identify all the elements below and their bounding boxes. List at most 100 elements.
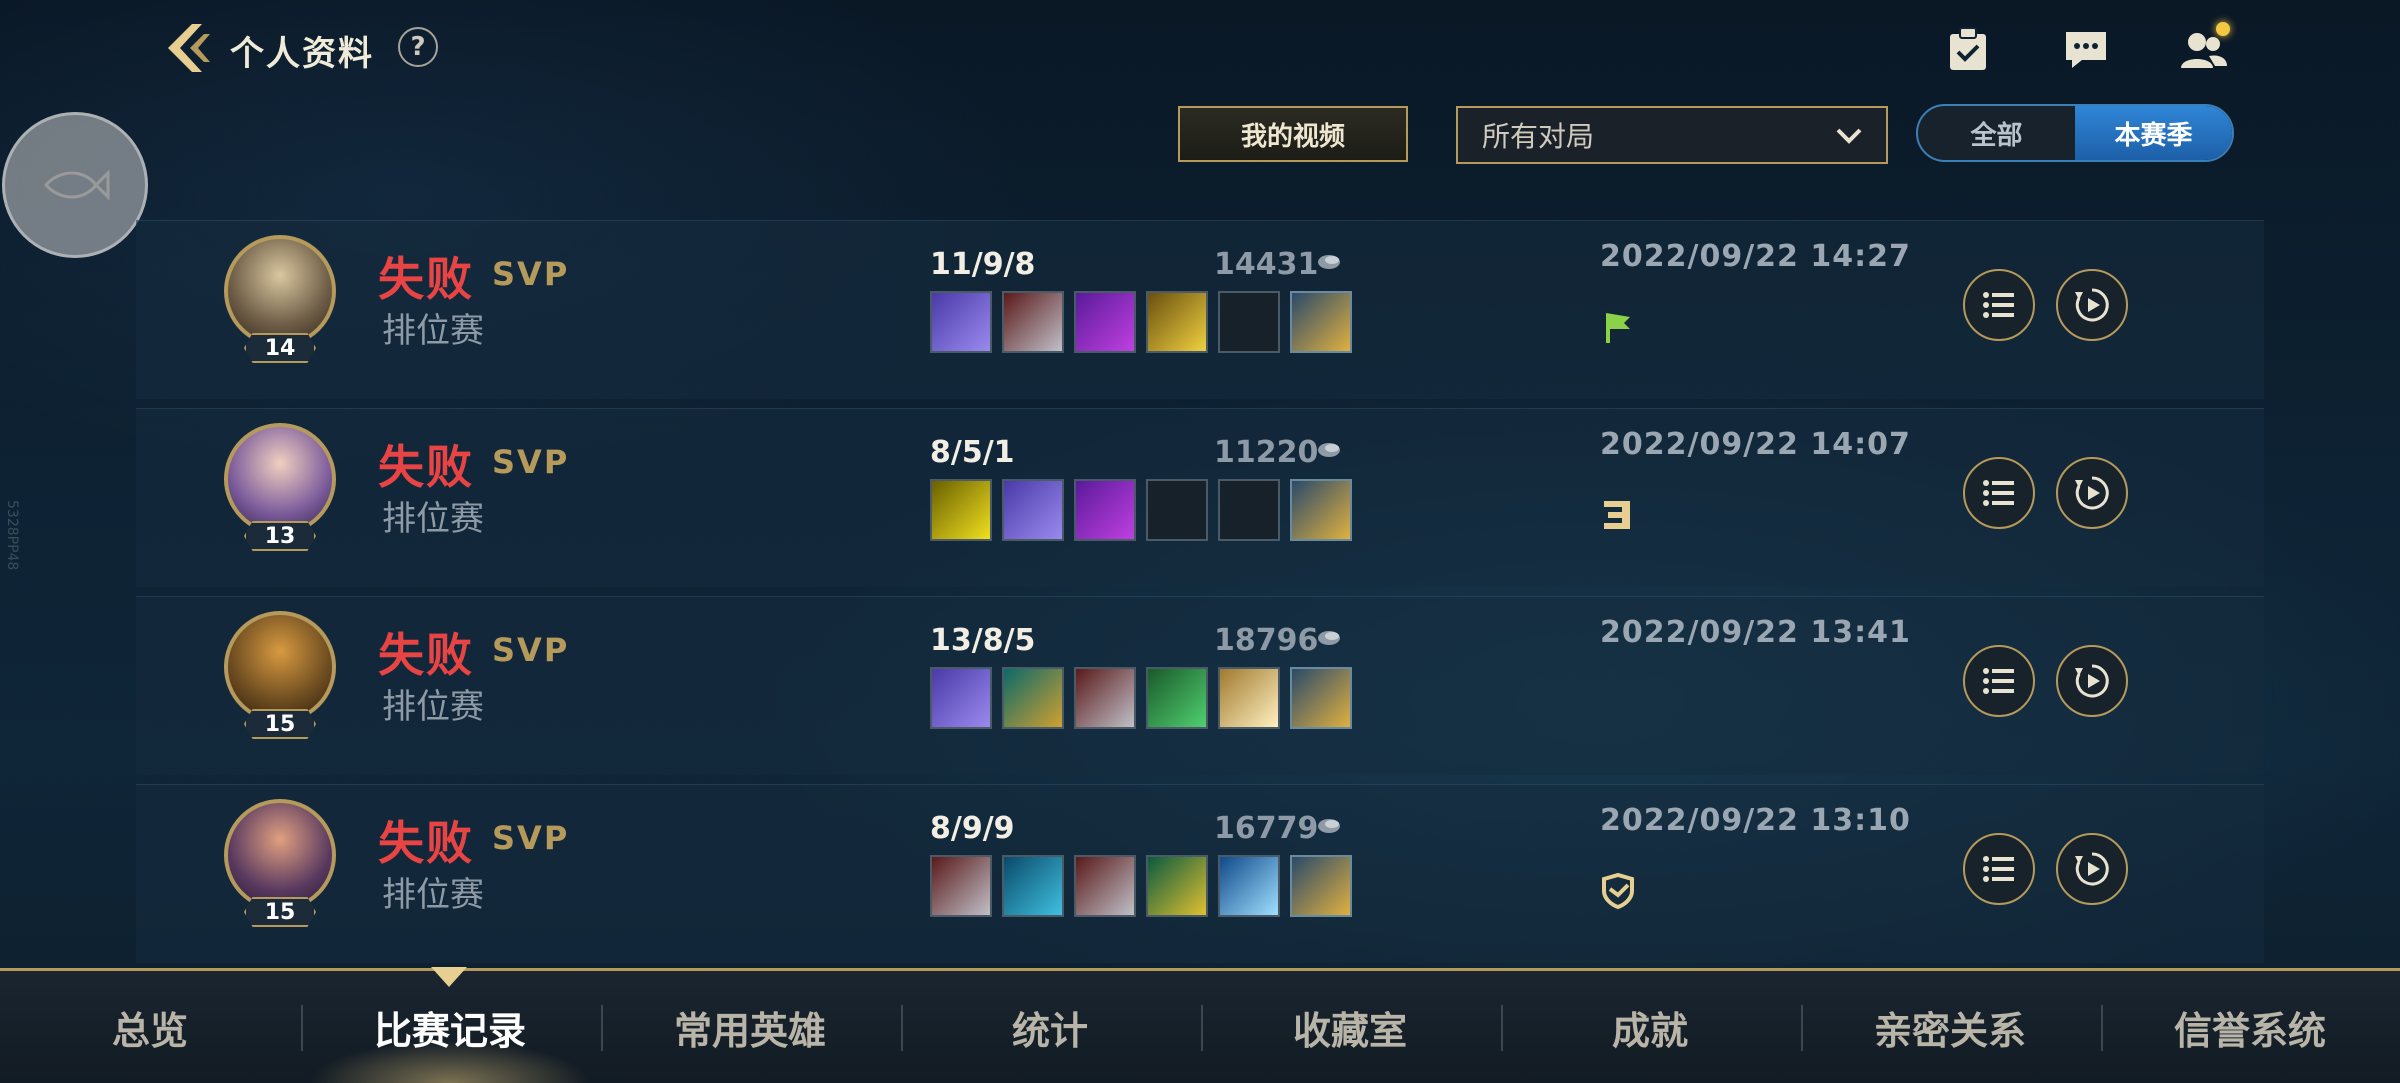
tasks-button[interactable] bbox=[1940, 22, 1996, 78]
match-filter-select[interactable]: 所有对局 bbox=[1456, 106, 1888, 164]
kda: 8/5/1 bbox=[930, 435, 1015, 470]
page-title: 个人资料 bbox=[230, 34, 374, 74]
crown-item-icon[interactable] bbox=[1146, 855, 1208, 917]
gold-earned: 18796 bbox=[1214, 623, 1319, 658]
hero-level-badge: 14 bbox=[244, 333, 316, 363]
list-icon bbox=[1983, 480, 2014, 506]
cleaver-item-icon[interactable] bbox=[1074, 667, 1136, 729]
bottom-tab-bar: 总览 比赛记录 常用英雄 统计 收藏室 成就 亲密关系 信誉系统 bbox=[0, 967, 2400, 1083]
hero-level-badge: 15 bbox=[244, 897, 316, 927]
empty-slot[interactable] bbox=[1146, 479, 1208, 541]
game-mode: 排位赛 bbox=[382, 875, 484, 915]
tab-collection[interactable]: 收藏室 bbox=[1200, 971, 1500, 1083]
gold-icon bbox=[1318, 443, 1340, 457]
svp-badge: SVP bbox=[492, 443, 570, 481]
my-videos-button[interactable]: 我的视频 bbox=[1178, 106, 1408, 162]
scythe-item-icon[interactable] bbox=[1074, 291, 1136, 353]
replay-button[interactable] bbox=[2056, 269, 2128, 341]
cleaver-item-icon[interactable] bbox=[1002, 291, 1064, 353]
gauntlet-item-icon[interactable] bbox=[1146, 667, 1208, 729]
replay-button[interactable] bbox=[2056, 833, 2128, 905]
match-row[interactable]: 14 失败 SVP 排位赛 11/9/8 14431 2022/09/22 14:27 bbox=[136, 220, 2264, 399]
match-tag bbox=[1598, 307, 1638, 347]
tab-statistics[interactable]: 统计 bbox=[900, 971, 1200, 1083]
helmet-item-icon[interactable] bbox=[1002, 667, 1064, 729]
chat-button[interactable] bbox=[2058, 22, 2114, 78]
list-icon bbox=[1983, 292, 2014, 318]
match-result: 失败 bbox=[378, 816, 474, 870]
toggle-this-season[interactable]: 本赛季 bbox=[2075, 106, 2232, 160]
game-mode: 排位赛 bbox=[382, 311, 484, 351]
chevron-down-icon bbox=[1836, 128, 1862, 144]
item-build bbox=[930, 855, 1352, 917]
side-watermark: 5328PP48 bbox=[4, 500, 20, 571]
match-result: 失败 bbox=[378, 440, 474, 494]
match-result: 失败 bbox=[378, 628, 474, 682]
game-mode: 排位赛 bbox=[382, 499, 484, 539]
match-tag bbox=[1598, 495, 1638, 535]
match-details-button[interactable] bbox=[1963, 269, 2035, 341]
replay-icon bbox=[2075, 852, 2109, 886]
gold-icon bbox=[1318, 631, 1340, 645]
season-toggle[interactable]: 全部 本赛季 bbox=[1916, 104, 2234, 162]
floating-assist-ball[interactable] bbox=[2, 112, 148, 258]
hero-level-badge: 15 bbox=[244, 709, 316, 739]
wings-item-icon[interactable] bbox=[1218, 667, 1280, 729]
match-details-button[interactable] bbox=[1963, 833, 2035, 905]
chat-bubble-icon bbox=[2066, 32, 2106, 68]
armor-item-icon[interactable] bbox=[1002, 855, 1064, 917]
trinket-icon[interactable] bbox=[1290, 855, 1352, 917]
blade-item-icon[interactable] bbox=[930, 291, 992, 353]
gold-earned: 11220 bbox=[1214, 435, 1319, 470]
kda: 11/9/8 bbox=[930, 247, 1036, 282]
friends-button[interactable] bbox=[2176, 22, 2232, 78]
match-result: 失败 bbox=[378, 252, 474, 306]
list-icon bbox=[1983, 856, 2014, 882]
match-row[interactable]: 13 失败 SVP 排位赛 8/5/1 11220 2022/09/22 14:07 bbox=[136, 408, 2264, 587]
hero-avatar bbox=[224, 423, 336, 535]
svp-badge: SVP bbox=[492, 819, 570, 857]
match-details-button[interactable] bbox=[1963, 457, 2035, 529]
tab-relationships[interactable]: 亲密关系 bbox=[1800, 971, 2100, 1083]
tab-common-heroes[interactable]: 常用英雄 bbox=[600, 971, 900, 1083]
toggle-all[interactable]: 全部 bbox=[1918, 106, 2075, 160]
gold-earned: 14431 bbox=[1214, 247, 1319, 282]
clipboard-check-icon bbox=[1950, 27, 1986, 70]
gold-icon bbox=[1318, 819, 1340, 833]
empty-slot[interactable] bbox=[1218, 291, 1280, 353]
match-date: 2022/09/22 13:41 bbox=[1600, 615, 1911, 650]
tab-achievements[interactable]: 成就 bbox=[1500, 971, 1800, 1083]
item-build bbox=[930, 291, 1352, 353]
match-details-button[interactable] bbox=[1963, 645, 2035, 717]
trinket-icon[interactable] bbox=[1290, 667, 1352, 729]
dagger-item-icon[interactable] bbox=[1146, 291, 1208, 353]
match-row[interactable]: 15 失败 SVP 排位赛 13/8/5 18796 2022/09/22 13:41 bbox=[136, 596, 2264, 775]
shield-tag-icon bbox=[1602, 872, 1634, 910]
cleaver-item-icon[interactable] bbox=[1074, 855, 1136, 917]
scythe-item-icon[interactable] bbox=[1074, 479, 1136, 541]
cleaver-item-icon[interactable] bbox=[930, 855, 992, 917]
match-date: 2022/09/22 13:10 bbox=[1600, 803, 1911, 838]
blade-item-icon[interactable] bbox=[1002, 479, 1064, 541]
tab-match-history[interactable]: 比赛记录 bbox=[300, 971, 600, 1083]
trinket-icon[interactable] bbox=[1290, 479, 1352, 541]
tab-overview[interactable]: 总览 bbox=[0, 971, 300, 1083]
match-row[interactable]: 15 失败 SVP 排位赛 8/9/9 16779 2022/09/22 13:10 bbox=[136, 784, 2264, 963]
tab-reputation[interactable]: 信誉系统 bbox=[2100, 971, 2400, 1083]
triforce-item-icon[interactable] bbox=[930, 479, 992, 541]
help-button[interactable]: ? bbox=[398, 27, 438, 67]
trinket-icon[interactable] bbox=[1290, 291, 1352, 353]
replay-button[interactable] bbox=[2056, 457, 2128, 529]
blade-item-icon[interactable] bbox=[930, 667, 992, 729]
svp-badge: SVP bbox=[492, 255, 570, 293]
replay-button[interactable] bbox=[2056, 645, 2128, 717]
svp-badge: SVP bbox=[492, 631, 570, 669]
back-button[interactable] bbox=[160, 20, 216, 76]
crystal-item-icon[interactable] bbox=[1218, 855, 1280, 917]
gold-icon bbox=[1318, 255, 1340, 269]
hero-level-badge: 13 bbox=[244, 521, 316, 551]
empty-slot[interactable] bbox=[1218, 479, 1280, 541]
gold-earned: 16779 bbox=[1214, 811, 1319, 846]
match-date: 2022/09/22 14:27 bbox=[1600, 239, 1911, 274]
item-build bbox=[930, 667, 1352, 729]
